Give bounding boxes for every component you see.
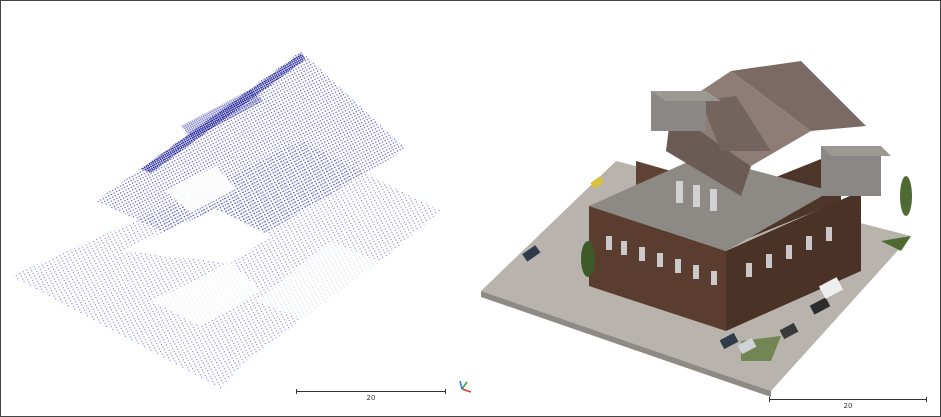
scale-bar-right-label: 20	[843, 402, 853, 410]
scale-bar-left-label: 20	[366, 394, 376, 402]
viewer-frame: 20 20	[0, 0, 941, 417]
textured-building-model	[481, 61, 912, 397]
sparse-point-cloud	[11, 51, 441, 389]
scale-bar-right: 20	[769, 397, 927, 411]
textured-model-viewport[interactable]: 20	[471, 1, 940, 416]
point-cloud-viewport[interactable]: 20	[1, 1, 471, 416]
scale-bar-left: 20	[296, 389, 446, 403]
